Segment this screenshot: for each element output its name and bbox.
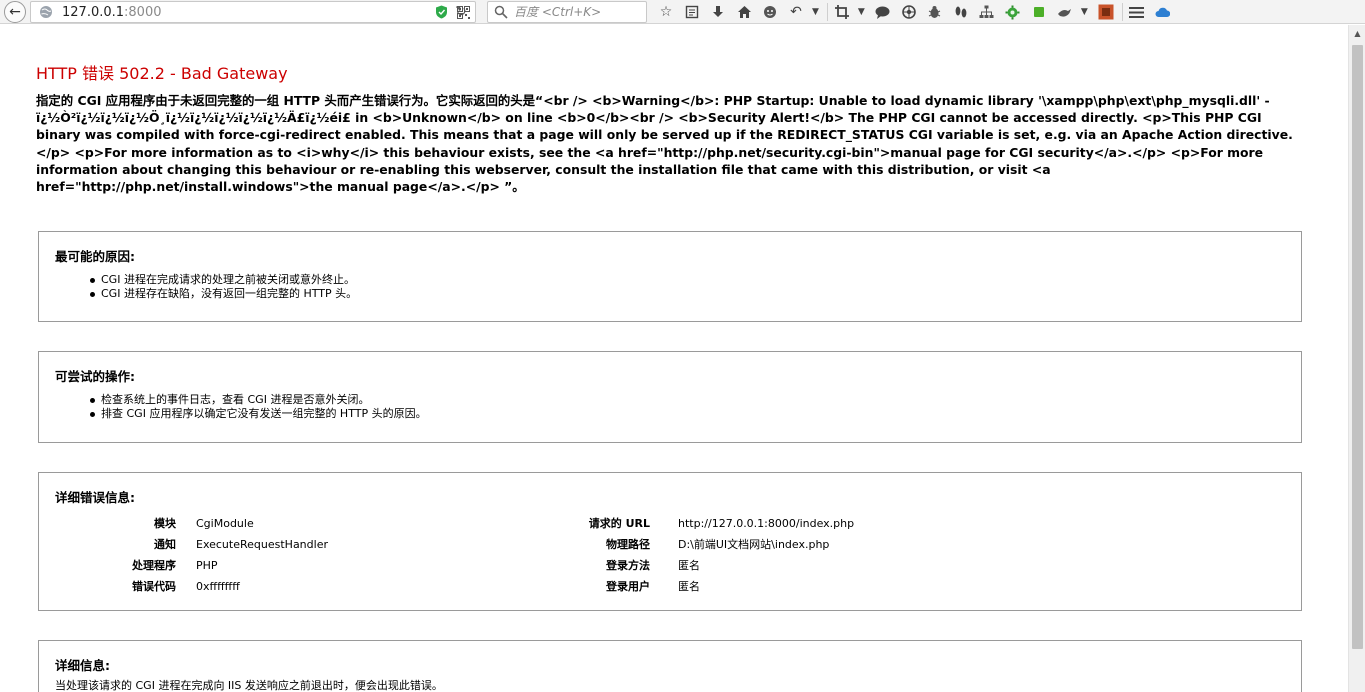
error-code-value: 0xffffffff xyxy=(196,580,240,593)
url-host: 127.0.0.1 xyxy=(62,4,125,20)
error-code-label: 错误代码 xyxy=(132,580,176,593)
requested-url-value: http://127.0.0.1:8000/index.php xyxy=(678,517,855,530)
back-button[interactable]: ← xyxy=(2,0,28,24)
physical-path-label: 物理路径 xyxy=(606,538,650,551)
requested-url-label: 请求的 URL xyxy=(588,517,650,530)
undo-icon[interactable]: ↶ xyxy=(786,2,806,22)
gear-addon-icon[interactable] xyxy=(1003,2,1023,22)
search-input[interactable] xyxy=(514,5,644,19)
speech-bubble-icon[interactable] xyxy=(873,2,893,22)
reload-icon[interactable]: ↻ xyxy=(452,3,470,21)
suggested-actions-box: 可尝试的操作: 检查系统上的事件日志，查看 CGI 进程是否意外关闭。 排查 C… xyxy=(38,351,1302,443)
address-bar[interactable]: 127.0.0.1:8000 xyxy=(30,1,476,23)
physical-path-value: D:\前端UI文档网站\index.php xyxy=(678,538,830,551)
logon-user-value: 匿名 xyxy=(678,580,700,593)
sitemap-icon[interactable] xyxy=(977,2,997,22)
toolbar-divider xyxy=(1121,3,1123,21)
home-icon[interactable] xyxy=(734,2,754,22)
page-content: HTTP 错误 502.2 - Bad Gateway 指定的 CGI 应用程序… xyxy=(0,25,1348,692)
search-icon xyxy=(494,5,508,19)
app-logo-icon[interactable] xyxy=(1096,2,1116,22)
addon-dropdown-icon[interactable]: ▼ xyxy=(1081,7,1088,17)
download-icon[interactable] xyxy=(708,2,728,22)
logon-method-label: 登录方法 xyxy=(606,559,650,572)
detailed-error-heading: 详细错误信息: xyxy=(55,490,135,505)
color-wheel-icon[interactable] xyxy=(899,2,919,22)
handler-value: PHP xyxy=(196,559,218,572)
vertical-scrollbar[interactable]: ▲ xyxy=(1348,25,1365,692)
more-information-text: 当处理该请求的 CGI 进程在完成向 IIS 发送响应之前退出时，便会出现此错误… xyxy=(55,679,443,692)
toolbar-divider xyxy=(826,3,828,21)
error-description: 指定的 CGI 应用程序由于未返回完整的一组 HTTP 头而产生错误行为。它实际… xyxy=(36,93,1293,195)
likely-causes-list: CGI 进程在完成请求的处理之前被关闭或意外终止。 CGI 进程存在缺陷，没有返… xyxy=(89,273,358,301)
bookmark-star-icon[interactable]: ☆ xyxy=(656,2,676,22)
url-text[interactable]: 127.0.0.1:8000 xyxy=(62,5,162,20)
hamburger-menu-icon[interactable] xyxy=(1127,2,1147,22)
back-arrow-icon: ← xyxy=(4,1,26,23)
reading-list-icon[interactable] xyxy=(682,2,702,22)
footprints-icon[interactable] xyxy=(951,2,971,22)
handler-label: 处理程序 xyxy=(132,559,176,572)
chat-face-icon[interactable] xyxy=(760,2,780,22)
shield-icon[interactable] xyxy=(433,4,449,20)
list-item: 排查 CGI 应用程序以确定它没有发送一组完整的 HTTP 头的原因。 xyxy=(90,407,427,420)
list-item: CGI 进程存在缺陷，没有返回一组完整的 HTTP 头。 xyxy=(89,287,358,300)
cloud-sync-icon[interactable] xyxy=(1153,2,1173,22)
green-square-icon[interactable] xyxy=(1029,2,1049,22)
suggested-actions-list: 检查系统上的事件日志，查看 CGI 进程是否意外关闭。 排查 CGI 应用程序以… xyxy=(90,393,427,421)
browser-toolbar: ← 127.0.0.1:8000 ↻ ☆ xyxy=(0,0,1365,24)
logon-user-label: 登录用户 xyxy=(606,580,650,593)
list-item: CGI 进程在完成请求的处理之前被关闭或意外终止。 xyxy=(89,273,357,287)
globe-icon xyxy=(38,4,54,20)
more-information-box: 详细信息: 当处理该请求的 CGI 进程在完成向 IIS 发送响应之前退出时，便… xyxy=(38,640,1302,692)
detailed-error-box: 详细错误信息: 模块 CgiModule 通知 ExecuteRequestHa… xyxy=(38,472,1302,611)
notification-label: 通知 xyxy=(154,538,176,551)
notification-value: ExecuteRequestHandler xyxy=(196,538,328,551)
module-value: CgiModule xyxy=(196,517,254,530)
likely-causes-heading: 最可能的原因: xyxy=(55,249,135,264)
crop-dropdown-icon[interactable]: ▼ xyxy=(858,7,865,17)
list-item: 检查系统上的事件日志，查看 CGI 进程是否意外关闭。 xyxy=(90,393,427,407)
undo-dropdown-icon[interactable]: ▼ xyxy=(812,7,819,17)
bug-icon[interactable] xyxy=(925,2,945,22)
scroll-thumb[interactable] xyxy=(1352,45,1363,649)
suggested-actions-heading: 可尝试的操作: xyxy=(55,369,135,384)
scroll-up-arrow-icon[interactable]: ▲ xyxy=(1349,25,1365,42)
more-information-heading: 详细信息: xyxy=(55,658,110,673)
logon-method-value: 匿名 xyxy=(678,559,700,572)
module-label: 模块 xyxy=(154,517,176,530)
likely-causes-box: 最可能的原因: CGI 进程在完成请求的处理之前被关闭或意外终止。 CGI 进程… xyxy=(38,231,1302,322)
url-port: :8000 xyxy=(124,4,162,20)
crop-icon[interactable] xyxy=(832,2,852,22)
page-title: HTTP 错误 502.2 - Bad Gateway xyxy=(36,64,288,83)
search-bar[interactable] xyxy=(487,1,647,23)
bird-icon[interactable] xyxy=(1055,2,1075,22)
